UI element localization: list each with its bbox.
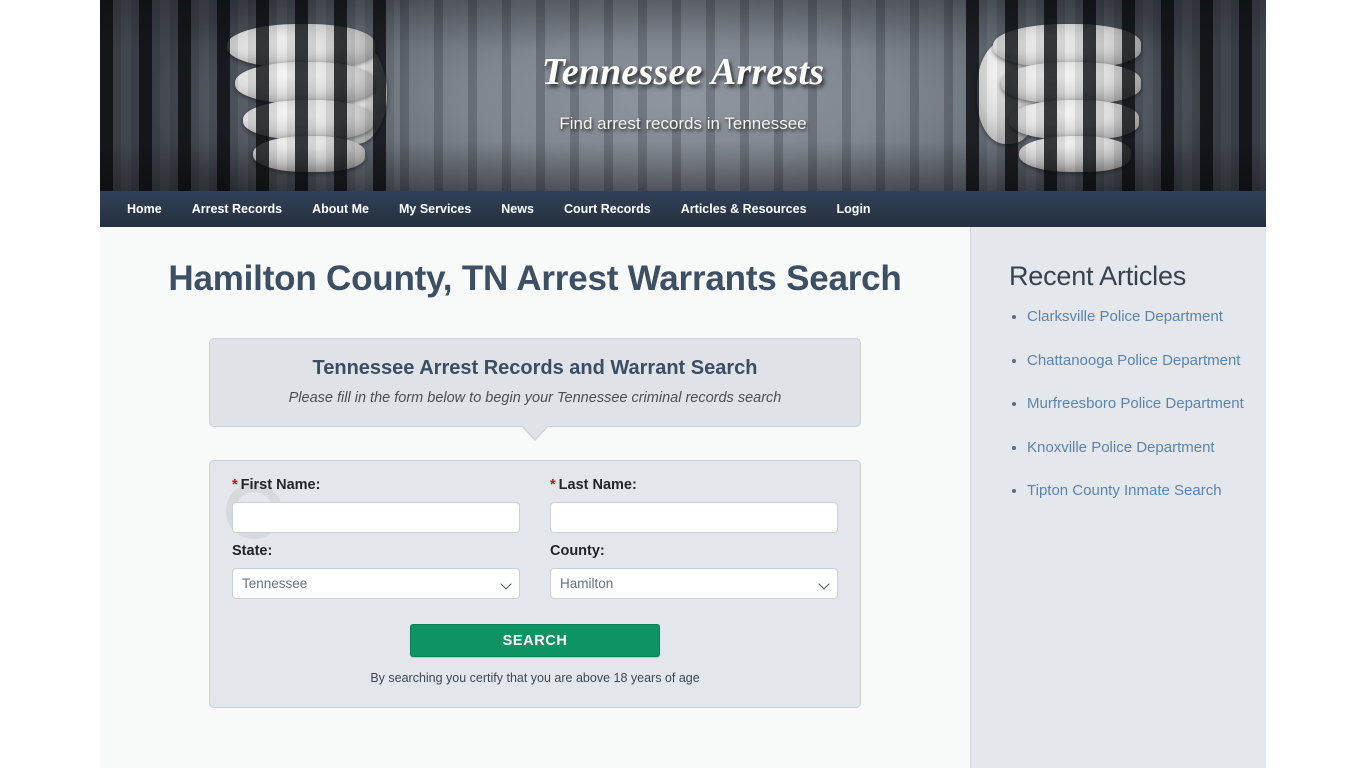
recent-articles-list: Clarksville Police Department Chattanoog…	[999, 306, 1244, 503]
callout-title: Tennessee Arrest Records and Warrant Sea…	[312, 357, 758, 380]
last-name-label: * Last Name:	[550, 477, 838, 493]
nav-item-my-services[interactable]: My Services	[384, 191, 486, 227]
list-item: Tipton County Inmate Search	[1027, 480, 1244, 503]
first-name-label-text: First Name:	[240, 477, 321, 494]
page-title: Hamilton County, TN Arrest Warrants Sear…	[168, 259, 902, 298]
state-select[interactable]: Tennessee	[232, 568, 520, 600]
nav-item-home[interactable]: Home	[112, 191, 177, 227]
article-link-knoxville[interactable]: Knoxville Police Department	[1027, 439, 1215, 456]
state-field-group: State: Tennessee	[232, 543, 520, 600]
nav-item-login[interactable]: Login	[822, 191, 886, 227]
list-item: Knoxville Police Department	[1027, 437, 1244, 460]
main-navigation: Home Arrest Records About Me My Services…	[100, 191, 1266, 227]
nav-item-about-me[interactable]: About Me	[297, 191, 384, 227]
callout-subtitle: Please fill in the form below to begin y…	[288, 390, 782, 407]
first-name-label: * First Name:	[232, 477, 520, 493]
last-name-field-group: * Last Name:	[550, 477, 838, 534]
list-item: Chattanooga Police Department	[1027, 350, 1244, 373]
county-select[interactable]: Hamilton	[550, 568, 838, 600]
first-name-input[interactable]	[232, 502, 520, 534]
first-name-field-group: * First Name:	[232, 477, 520, 534]
nav-item-arrest-records[interactable]: Arrest Records	[177, 191, 297, 227]
page-container: Tennessee Arrests Find arrest records in…	[100, 0, 1266, 768]
sidebar: Recent Articles Clarksville Police Depar…	[970, 227, 1266, 768]
article-link-chattanooga[interactable]: Chattanooga Police Department	[1027, 352, 1240, 369]
nav-item-news[interactable]: News	[486, 191, 549, 227]
main-content: Hamilton County, TN Arrest Warrants Sear…	[100, 227, 970, 768]
site-tagline: Find arrest records in Tennessee	[559, 113, 807, 133]
county-label: County:	[550, 543, 605, 560]
county-field-group: County: Hamilton	[550, 543, 838, 600]
site-title: Tennessee Arrests	[541, 51, 825, 93]
age-disclaimer: By searching you certify that you are ab…	[370, 671, 700, 686]
article-link-murfreesboro[interactable]: Murfreesboro Police Department	[1027, 395, 1244, 412]
last-name-label-text: Last Name:	[558, 477, 637, 494]
nav-item-court-records[interactable]: Court Records	[549, 191, 666, 227]
sidebar-title: Recent Articles	[1009, 261, 1187, 291]
required-marker-first-name: *	[232, 477, 238, 494]
required-marker-last-name: *	[550, 477, 556, 494]
article-link-tipton-county[interactable]: Tipton County Inmate Search	[1027, 482, 1222, 499]
site-banner: Tennessee Arrests Find arrest records in…	[100, 0, 1266, 191]
article-link-clarksville[interactable]: Clarksville Police Department	[1027, 308, 1223, 325]
search-button[interactable]: SEARCH	[410, 624, 660, 658]
nav-item-articles-resources[interactable]: Articles & Resources	[666, 191, 822, 227]
search-callout: Tennessee Arrest Records and Warrant Sea…	[209, 338, 861, 442]
last-name-input[interactable]	[550, 502, 838, 534]
search-form: * First Name: * Last Name: State: Tennes…	[209, 460, 861, 709]
list-item: Murfreesboro Police Department	[1027, 393, 1244, 416]
body-wrapper: Hamilton County, TN Arrest Warrants Sear…	[100, 227, 1266, 768]
state-label: State:	[232, 543, 273, 560]
list-item: Clarksville Police Department	[1027, 306, 1244, 329]
